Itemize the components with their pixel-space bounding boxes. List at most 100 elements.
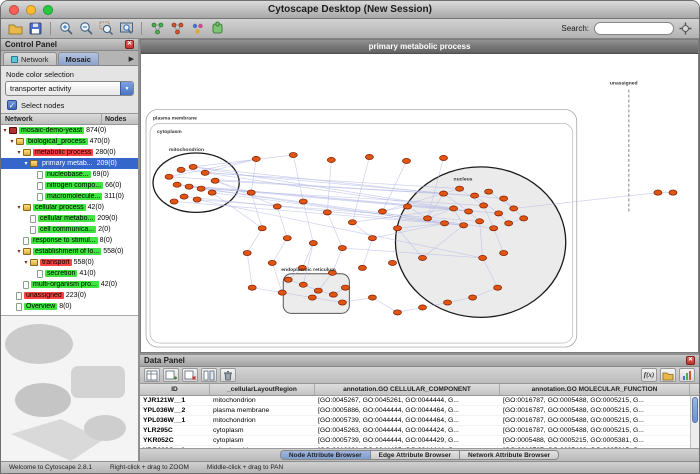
expand-arrow-icon[interactable]: ▾: [8, 138, 16, 145]
graph-node[interactable]: [440, 155, 448, 160]
graph-node[interactable]: [278, 290, 286, 295]
graph-node[interactable]: [165, 174, 173, 179]
select-attributes-icon[interactable]: [144, 368, 160, 382]
graph-node[interactable]: [441, 221, 449, 226]
graph-node[interactable]: [402, 158, 410, 163]
graph-node[interactable]: [211, 178, 219, 183]
table-row[interactable]: YPL036W__2plasma membrane[GO:0005886, GO…: [140, 406, 690, 416]
trash-icon[interactable]: [220, 368, 236, 382]
minimize-window-icon[interactable]: [26, 5, 36, 15]
close-panel-icon[interactable]: ✕: [686, 356, 695, 365]
graph-node[interactable]: [368, 236, 376, 241]
graph-node[interactable]: [469, 295, 477, 300]
import-attributes-icon[interactable]: [660, 368, 676, 382]
graph-node[interactable]: [309, 241, 317, 246]
graph-node[interactable]: [252, 156, 260, 161]
graph-node[interactable]: [368, 295, 376, 300]
graph-node[interactable]: [338, 300, 346, 305]
graph-node[interactable]: [283, 236, 291, 241]
tree-row[interactable]: unassigned223(0): [1, 290, 138, 301]
graph-node[interactable]: [273, 204, 281, 209]
graph-node[interactable]: [314, 288, 322, 293]
create-network-icon[interactable]: [148, 20, 166, 37]
tree-row[interactable]: ▾metabolic process280(0): [1, 147, 138, 158]
graph-node[interactable]: [510, 206, 518, 211]
graph-node[interactable]: [289, 152, 297, 157]
create-attribute-icon[interactable]: [163, 368, 179, 382]
graph-node[interactable]: [465, 209, 473, 214]
expand-arrow-icon[interactable]: ▾: [15, 248, 23, 255]
graph-node[interactable]: [348, 220, 356, 225]
table-scrollbar-thumb[interactable]: [692, 397, 698, 423]
graph-node[interactable]: [248, 285, 256, 290]
tree-row[interactable]: ▾primary metab...209(0): [1, 158, 138, 169]
graph-node[interactable]: [500, 196, 508, 201]
graph-node[interactable]: [424, 216, 432, 221]
table-row[interactable]: YJR121W__1mitochondrion[GO:0045267, GO:0…: [140, 396, 690, 406]
zoom-selected-region-icon[interactable]: [97, 20, 115, 37]
zoom-in-icon[interactable]: [57, 20, 75, 37]
graph-node[interactable]: [358, 265, 366, 270]
graph-node[interactable]: [327, 157, 335, 162]
tree-row[interactable]: multi-organism pro...42(0): [1, 279, 138, 290]
graph-node[interactable]: [177, 167, 185, 172]
graph-node[interactable]: [485, 189, 493, 194]
window-titlebar[interactable]: Cytoscape Desktop (New Session): [1, 1, 699, 19]
graph-node[interactable]: [170, 199, 178, 204]
graph-node[interactable]: [654, 190, 662, 195]
tree-row[interactable]: cell communica...2(0): [1, 224, 138, 235]
tab-edge-attribute-browser[interactable]: Edge Attribute Browser: [371, 450, 460, 460]
graph-node[interactable]: [173, 182, 181, 187]
column-header[interactable]: ID: [140, 384, 210, 395]
color-attribute-select[interactable]: transporter activity ▼: [5, 81, 134, 96]
graph-node[interactable]: [393, 310, 401, 315]
expand-arrow-icon[interactable]: ▾: [15, 149, 23, 156]
network-view-title[interactable]: primary metabolic process: [141, 40, 698, 54]
expand-arrow-icon[interactable]: ▾: [22, 160, 30, 167]
graph-node[interactable]: [444, 300, 452, 305]
graph-node[interactable]: [341, 285, 349, 290]
graph-node[interactable]: [197, 186, 205, 191]
column-header[interactable]: annotation.GO MOLECULAR_FUNCTION: [500, 384, 690, 395]
graph-node[interactable]: [378, 209, 386, 214]
graph-node[interactable]: [456, 186, 464, 191]
tree-row[interactable]: macromolecule...311(0): [1, 191, 138, 202]
close-window-icon[interactable]: [9, 5, 19, 15]
import-network-icon[interactable]: [168, 20, 186, 37]
expand-arrow-icon[interactable]: ▾: [1, 127, 9, 134]
tree-row[interactable]: cellular metabo...209(0): [1, 213, 138, 224]
function-builder-icon[interactable]: f(x): [641, 368, 657, 382]
tree-row[interactable]: response to stimul...8(0): [1, 235, 138, 246]
graph-node[interactable]: [268, 260, 276, 265]
save-session-icon[interactable]: [26, 20, 44, 37]
tab-node-attribute-browser[interactable]: Node Attribute Browser: [280, 450, 371, 460]
maximize-window-icon[interactable]: [43, 5, 53, 15]
tree-row[interactable]: secretion41(0): [1, 268, 138, 279]
open-session-icon[interactable]: [6, 20, 24, 37]
table-row[interactable]: YKR052Ccytoplasm[GO:0005739, GO:0044444,…: [140, 436, 690, 446]
search-options-icon[interactable]: [676, 20, 694, 37]
graph-node[interactable]: [418, 305, 426, 310]
graph-node[interactable]: [193, 197, 201, 202]
column-header[interactable]: annotation.GO CELLULAR_COMPONENT: [315, 384, 500, 395]
tab-mosaic[interactable]: Mosaic: [58, 52, 99, 65]
graph-node[interactable]: [180, 194, 188, 199]
tab-network-attribute-browser[interactable]: Network Attribute Browser: [460, 450, 559, 460]
graph-node[interactable]: [479, 255, 487, 260]
graph-node[interactable]: [450, 206, 458, 211]
table-scrollbar[interactable]: [690, 396, 699, 448]
graph-node[interactable]: [490, 226, 498, 231]
tree-header-nodes[interactable]: Nodes: [102, 116, 138, 123]
graph-node[interactable]: [480, 203, 488, 208]
graph-node[interactable]: [418, 255, 426, 260]
graph-node[interactable]: [403, 204, 411, 209]
graph-node[interactable]: [500, 250, 508, 255]
graph-node[interactable]: [494, 285, 502, 290]
network-overview-thumbnail[interactable]: [1, 315, 138, 461]
tree-row[interactable]: ▾biological_process470(0): [1, 136, 138, 147]
graph-node[interactable]: [208, 190, 216, 195]
column-header[interactable]: _cellularLayoutRegion: [210, 384, 315, 395]
tree-row[interactable]: ▾cellular process42(0): [1, 202, 138, 213]
graph-node[interactable]: [189, 164, 197, 169]
graph-node[interactable]: [495, 211, 503, 216]
